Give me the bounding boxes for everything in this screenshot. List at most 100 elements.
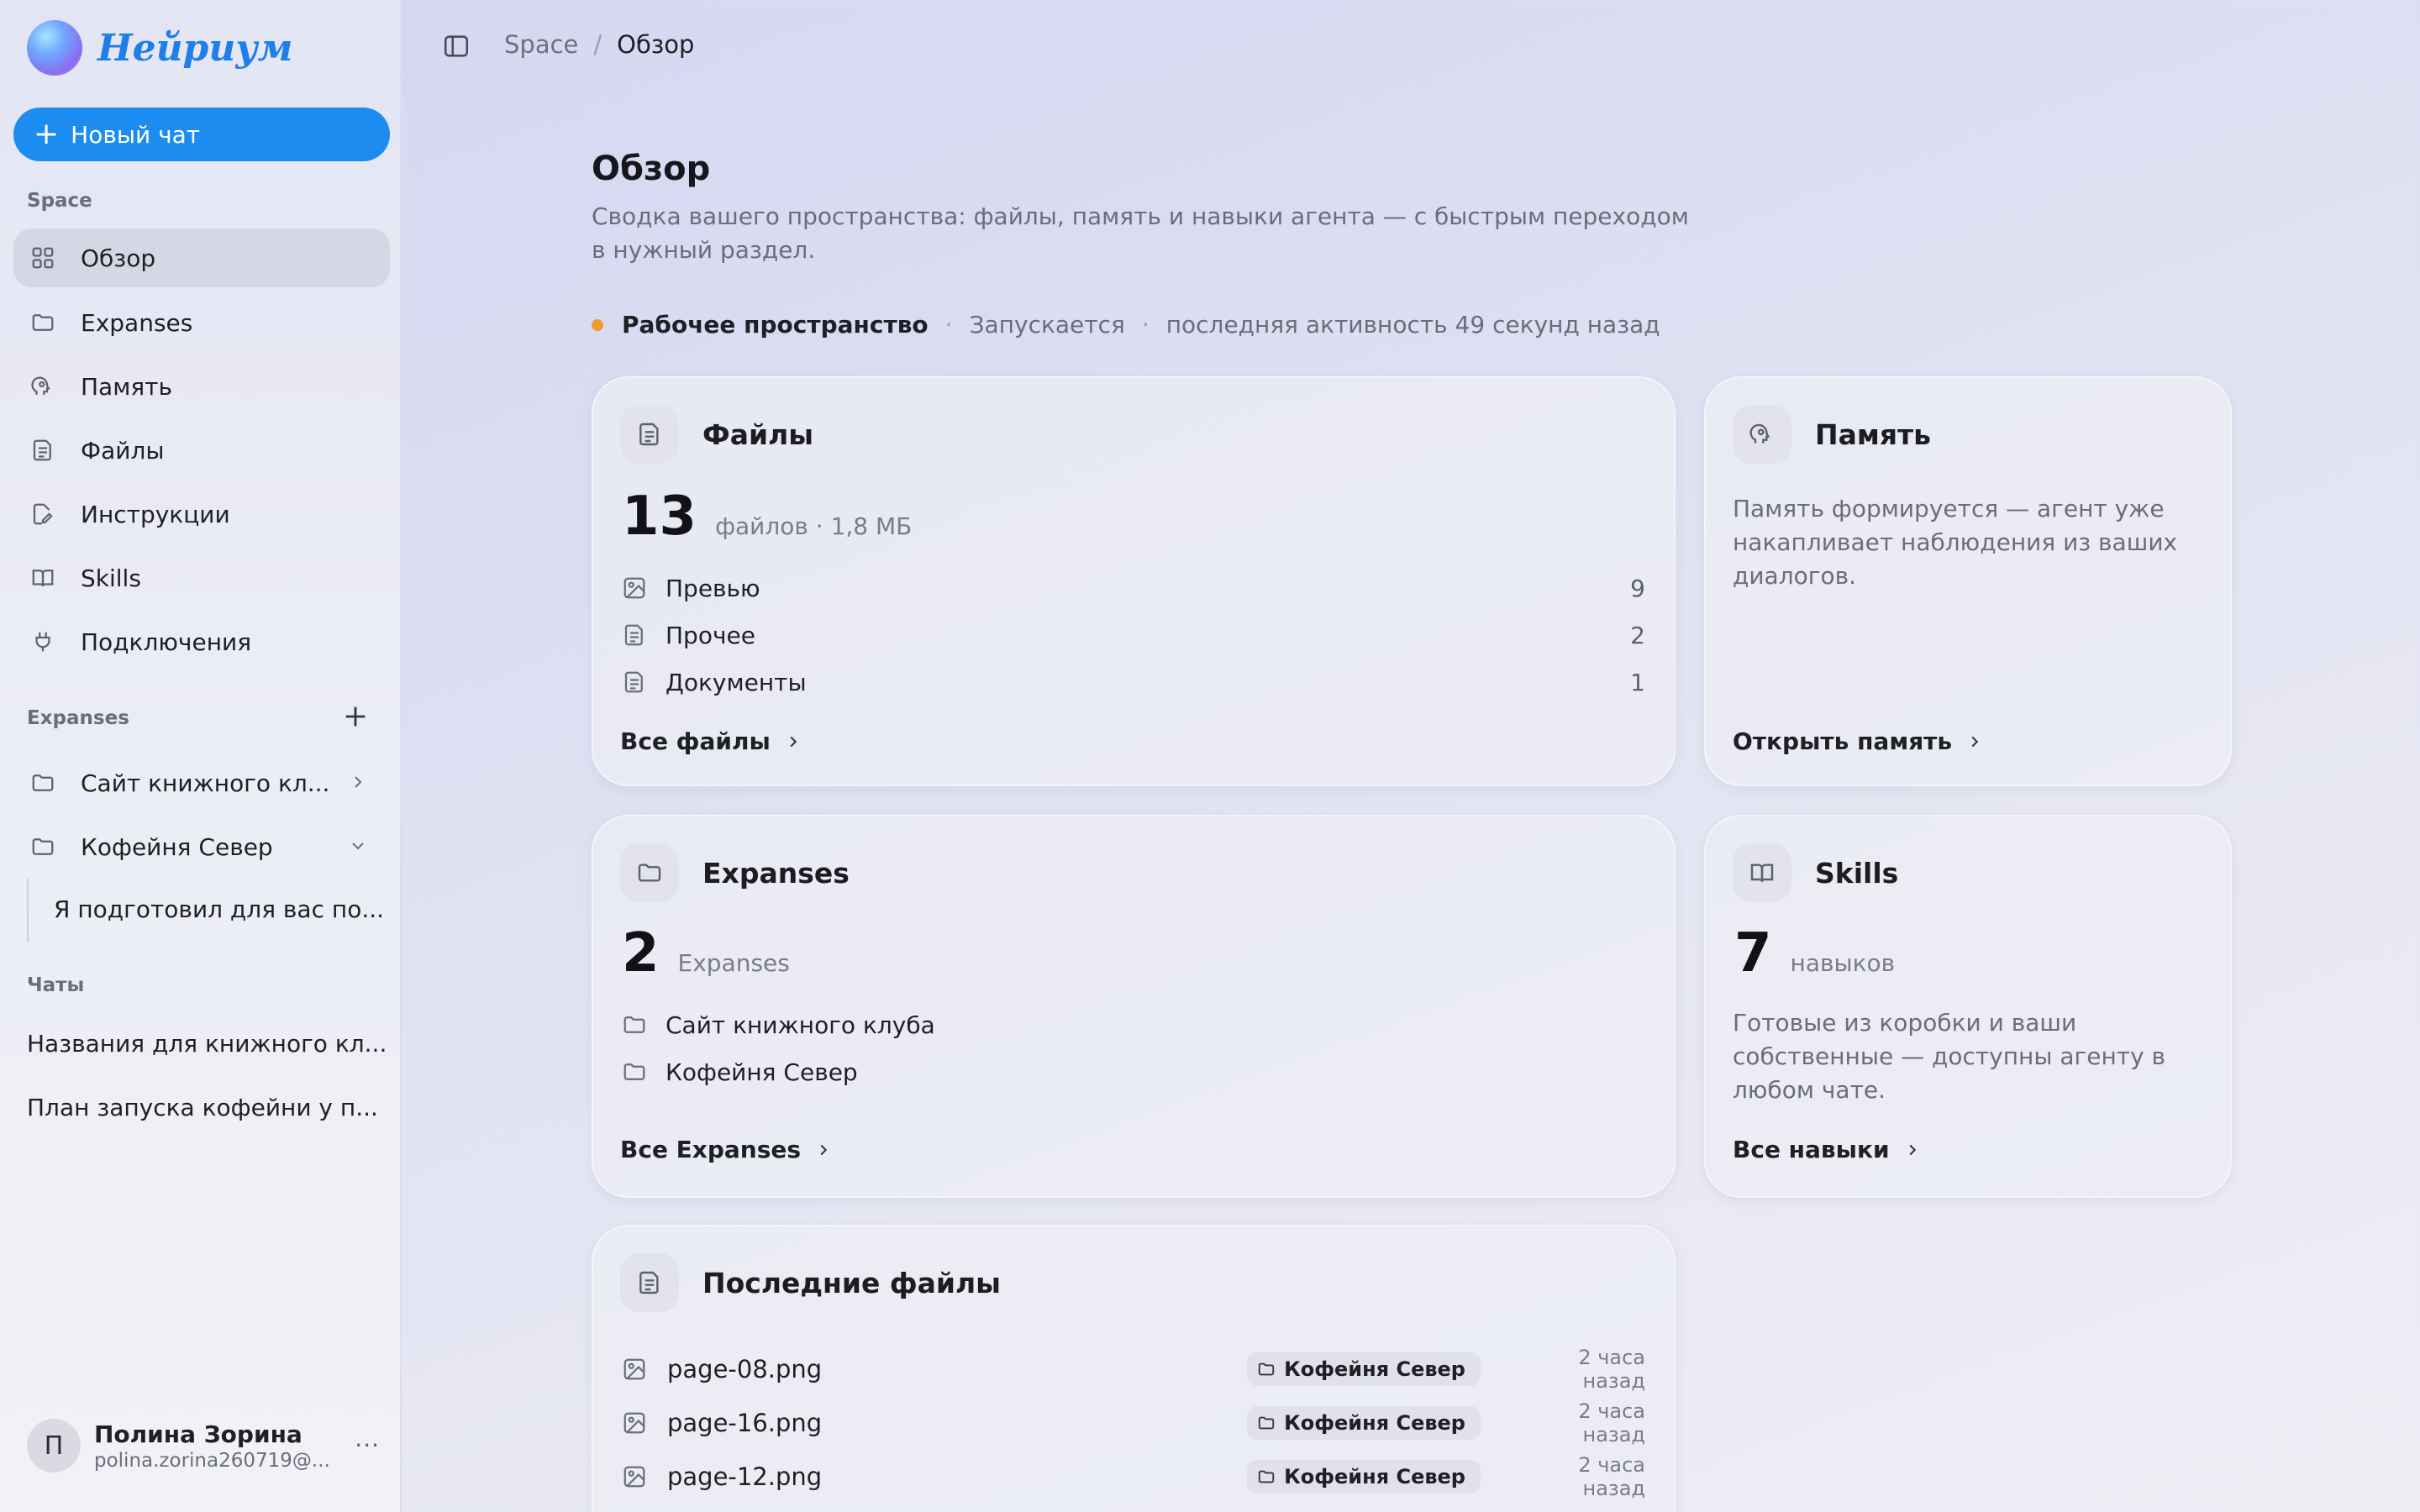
sidebar-item-label: Сайт книжного кл... xyxy=(81,769,330,797)
image-icon xyxy=(623,1358,645,1380)
memory-description: Память формируется — агент уже накаплива… xyxy=(1733,495,2178,590)
sidebar-item-label: Инструкции xyxy=(81,500,230,528)
table-row[interactable]: page-12.png Кофейня Север 2 часа назад xyxy=(622,1453,1645,1500)
sidebar: Нейриум + Новый чат Space Обзор Expanses… xyxy=(0,0,402,1512)
list-item-count: 9 xyxy=(1630,574,1645,602)
folder-icon xyxy=(1258,1470,1275,1483)
sidebar-toggle-icon[interactable] xyxy=(442,32,471,60)
file-time: 2 часа назад xyxy=(1578,1346,1645,1393)
chevron-right-icon xyxy=(790,736,797,747)
link-label: Открыть память xyxy=(1733,727,1953,755)
page-title: Обзор xyxy=(592,150,711,188)
file-icon xyxy=(624,671,643,693)
book-icon xyxy=(1733,843,1791,902)
list-item-label: Сайт книжного клуба xyxy=(666,1011,935,1039)
more-options-icon[interactable]: ··· xyxy=(355,1431,380,1459)
file-time: 2 часа назад xyxy=(1578,1399,1645,1446)
sidebar-item-overview[interactable]: Обзор xyxy=(13,228,390,287)
breadcrumb-space[interactable]: Space xyxy=(504,30,578,59)
breadcrumb-separator: / xyxy=(593,30,602,59)
files-summary: 13 файлов · 1,8 МБ xyxy=(622,486,912,548)
file-icon xyxy=(620,1253,679,1312)
status-state: Запускается xyxy=(969,311,1125,339)
tag-label: Кофейня Север xyxy=(1284,1465,1465,1488)
card-title: Файлы xyxy=(702,417,814,451)
files-count: 13 xyxy=(622,486,697,548)
expanses-count: 2 xyxy=(622,922,660,984)
file-icon xyxy=(624,624,643,646)
sidebar-item-memory[interactable]: Память xyxy=(13,357,390,416)
list-item-label: Прочее xyxy=(666,621,755,649)
expanses-card: Expanses 2 Expanses Сайт книжного клуба … xyxy=(592,815,1676,1198)
breadcrumb-current: Обзор xyxy=(617,30,695,59)
expanse-tag[interactable]: Кофейня Север xyxy=(1247,1406,1481,1440)
sidebar-item-label: Подключения xyxy=(81,627,252,656)
table-row[interactable]: page-08.png Кофейня Север 2 часа назад xyxy=(622,1346,1645,1393)
list-item[interactable]: Документы 1 xyxy=(622,664,1645,701)
card-header: Файлы xyxy=(620,405,813,464)
folder-icon xyxy=(30,310,55,335)
sidebar-item-instructions[interactable]: Инструкции xyxy=(13,485,390,543)
tag-label: Кофейня Север xyxy=(1284,1411,1465,1435)
all-files-link[interactable]: Все файлы xyxy=(620,727,802,755)
list-item[interactable]: Прочее 2 xyxy=(622,617,1645,654)
skills-card: Skills 7 навыков Готовые из коробки и ва… xyxy=(1704,815,2232,1198)
sidebar-item-skills[interactable]: Skills xyxy=(13,549,390,607)
link-label: Все файлы xyxy=(620,727,771,755)
sidebar-item-connections[interactable]: Подключения xyxy=(13,612,390,671)
brain-head-icon xyxy=(30,374,55,399)
card-header: Expanses xyxy=(620,843,850,902)
sidebar-item-label: Кофейня Север xyxy=(81,832,273,861)
all-skills-link[interactable]: Все навыки xyxy=(1733,1136,1922,1163)
sidebar-expanse-coffee[interactable]: Кофейня Север xyxy=(13,817,390,876)
user-profile[interactable]: П Полина Зорина polina.zorina260719@... … xyxy=(27,1416,380,1475)
card-header: Последние файлы xyxy=(620,1253,1001,1312)
sidebar-expanse-book-club[interactable]: Сайт книжного кл... xyxy=(13,753,390,812)
status-dot-icon xyxy=(592,318,603,331)
folder-icon xyxy=(1258,1416,1275,1430)
list-item[interactable]: Кофейня Север xyxy=(622,1053,1645,1090)
all-expanses-link[interactable]: Все Expanses xyxy=(620,1136,833,1163)
logo[interactable]: Нейриум xyxy=(27,20,292,76)
add-expanse-icon[interactable] xyxy=(341,702,370,731)
expanses-unit: Expanses xyxy=(677,949,790,977)
file-icon xyxy=(620,405,679,464)
chevron-down-icon[interactable] xyxy=(348,836,368,856)
chats-section-label: Чаты xyxy=(27,974,85,996)
card-header: Память xyxy=(1733,405,1931,464)
logo-text: Нейриум xyxy=(97,26,293,70)
file-time: 2 часа назад xyxy=(1578,1453,1645,1500)
file-name: page-08.png xyxy=(667,1355,823,1383)
skills-summary: 7 навыков xyxy=(1734,922,1895,984)
expanse-tag[interactable]: Кофейня Север xyxy=(1247,1460,1481,1494)
new-chat-label: Новый чат xyxy=(71,120,201,149)
file-name: page-12.png xyxy=(667,1462,823,1491)
expanse-chat-item[interactable]: Я подготовил для вас по... xyxy=(54,895,384,923)
skills-description: Готовые из коробки и ваши собственные — … xyxy=(1733,1009,2166,1104)
list-item[interactable]: Сайт книжного клуба xyxy=(622,1006,1645,1043)
open-memory-link[interactable]: Открыть память xyxy=(1733,727,1984,755)
space-section-label: Space xyxy=(27,190,92,212)
chat-item[interactable]: Названия для книжного кл... xyxy=(27,1030,387,1058)
chevron-right-icon xyxy=(1909,1144,1916,1155)
sidebar-item-files[interactable]: Файлы xyxy=(13,421,390,480)
memory-card: Память Память формируется — агент уже на… xyxy=(1704,376,2232,786)
file-icon xyxy=(30,438,55,463)
sidebar-item-label: Обзор xyxy=(81,244,156,272)
table-row[interactable]: page-16.png Кофейня Север 2 часа назад xyxy=(622,1399,1645,1446)
sidebar-item-label: Память xyxy=(81,372,172,401)
card-title: Память xyxy=(1815,417,1932,451)
chat-item[interactable]: План запуска кофейни у п... xyxy=(27,1094,378,1121)
file-name: page-16.png xyxy=(667,1409,823,1437)
image-icon xyxy=(623,577,645,599)
sidebar-item-label: Skills xyxy=(81,564,141,592)
expanse-tag[interactable]: Кофейня Север xyxy=(1247,1352,1481,1386)
chevron-right-icon[interactable] xyxy=(348,772,368,792)
files-unit: файлов · 1,8 МБ xyxy=(715,512,913,540)
book-icon xyxy=(30,565,55,591)
new-chat-button[interactable]: + Новый чат xyxy=(13,108,390,161)
status-separator: · xyxy=(1141,311,1150,339)
list-item[interactable]: Превью 9 xyxy=(622,570,1645,606)
user-name: Полина Зорина xyxy=(94,1420,302,1448)
sidebar-item-expanses[interactable]: Expanses xyxy=(13,293,390,352)
